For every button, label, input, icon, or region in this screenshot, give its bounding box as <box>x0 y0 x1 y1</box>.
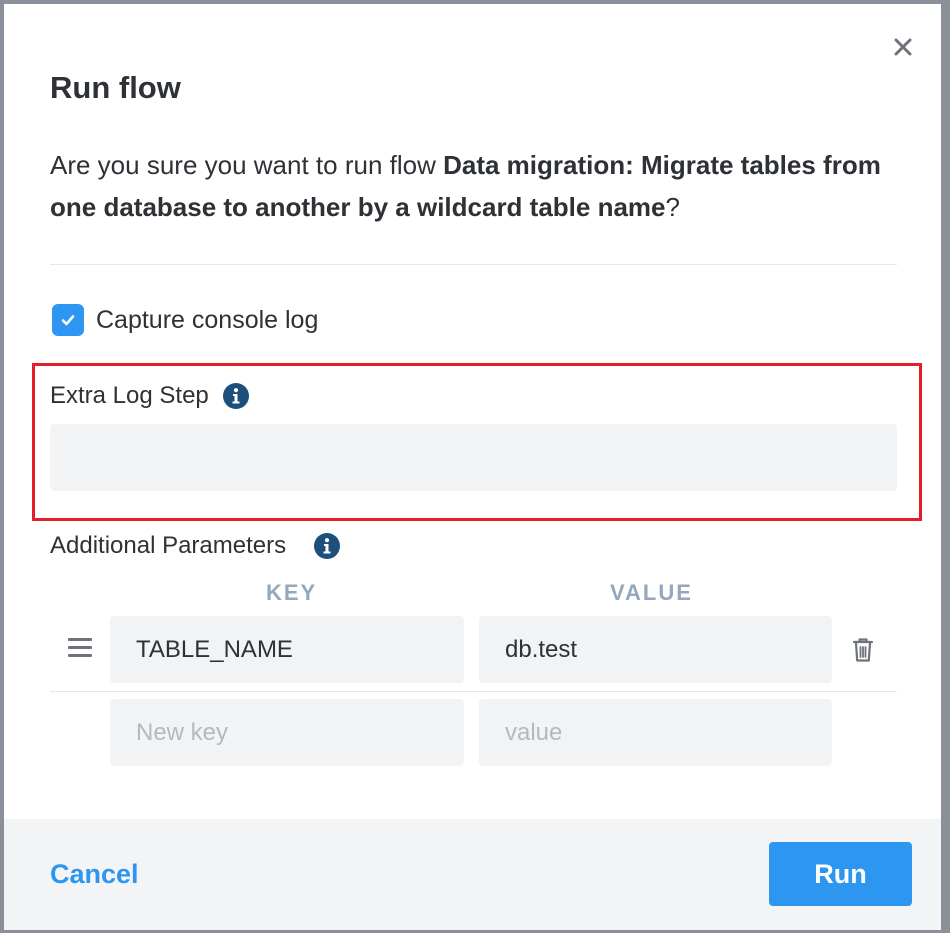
capture-console-log-checkbox[interactable] <box>52 304 84 336</box>
extra-log-step-label: Extra Log Step <box>50 382 249 410</box>
new-key-input[interactable] <box>110 699 464 766</box>
new-value-input[interactable] <box>479 699 832 766</box>
key-column-header: KEY <box>266 580 318 605</box>
additional-parameters-info-icon[interactable] <box>314 533 341 559</box>
capture-console-log-label: Capture console log <box>96 305 319 334</box>
additional-parameters-label-text: Additional Parameters <box>50 532 287 559</box>
info-icon <box>222 383 249 409</box>
question-prefix: Are you sure you want to run flow <box>50 150 444 180</box>
run-flow-dialog: Run flow Are you sure you want to run fl… <box>4 4 941 930</box>
trash-icon <box>852 638 874 662</box>
value-column-header: VALUE <box>610 580 693 605</box>
run-button[interactable]: Run <box>769 842 912 906</box>
dialog-title: Run flow <box>50 70 181 105</box>
delete-parameter-button[interactable] <box>850 636 876 664</box>
confirmation-text: Are you sure you want to run flow Data m… <box>50 144 910 228</box>
capture-console-log-toggle[interactable]: Capture console log <box>52 304 318 336</box>
question-suffix: ? <box>665 192 680 222</box>
extra-log-step-label-text: Extra Log Step <box>50 382 209 409</box>
cancel-button[interactable]: Cancel <box>50 859 139 890</box>
divider <box>50 264 897 265</box>
close-button[interactable] <box>884 28 922 66</box>
extra-log-step-info-icon[interactable] <box>222 383 249 409</box>
close-icon <box>894 38 912 56</box>
drag-handle-icon[interactable] <box>68 638 92 658</box>
dialog-footer: Cancel Run <box>4 819 941 930</box>
row-divider <box>50 691 897 692</box>
param-key-input[interactable] <box>110 616 464 683</box>
extra-log-step-input[interactable] <box>50 424 897 491</box>
info-icon <box>314 533 341 559</box>
checkmark-icon <box>61 315 75 326</box>
additional-parameters-label: Additional Parameters <box>50 532 341 560</box>
param-value-input[interactable] <box>479 616 832 683</box>
